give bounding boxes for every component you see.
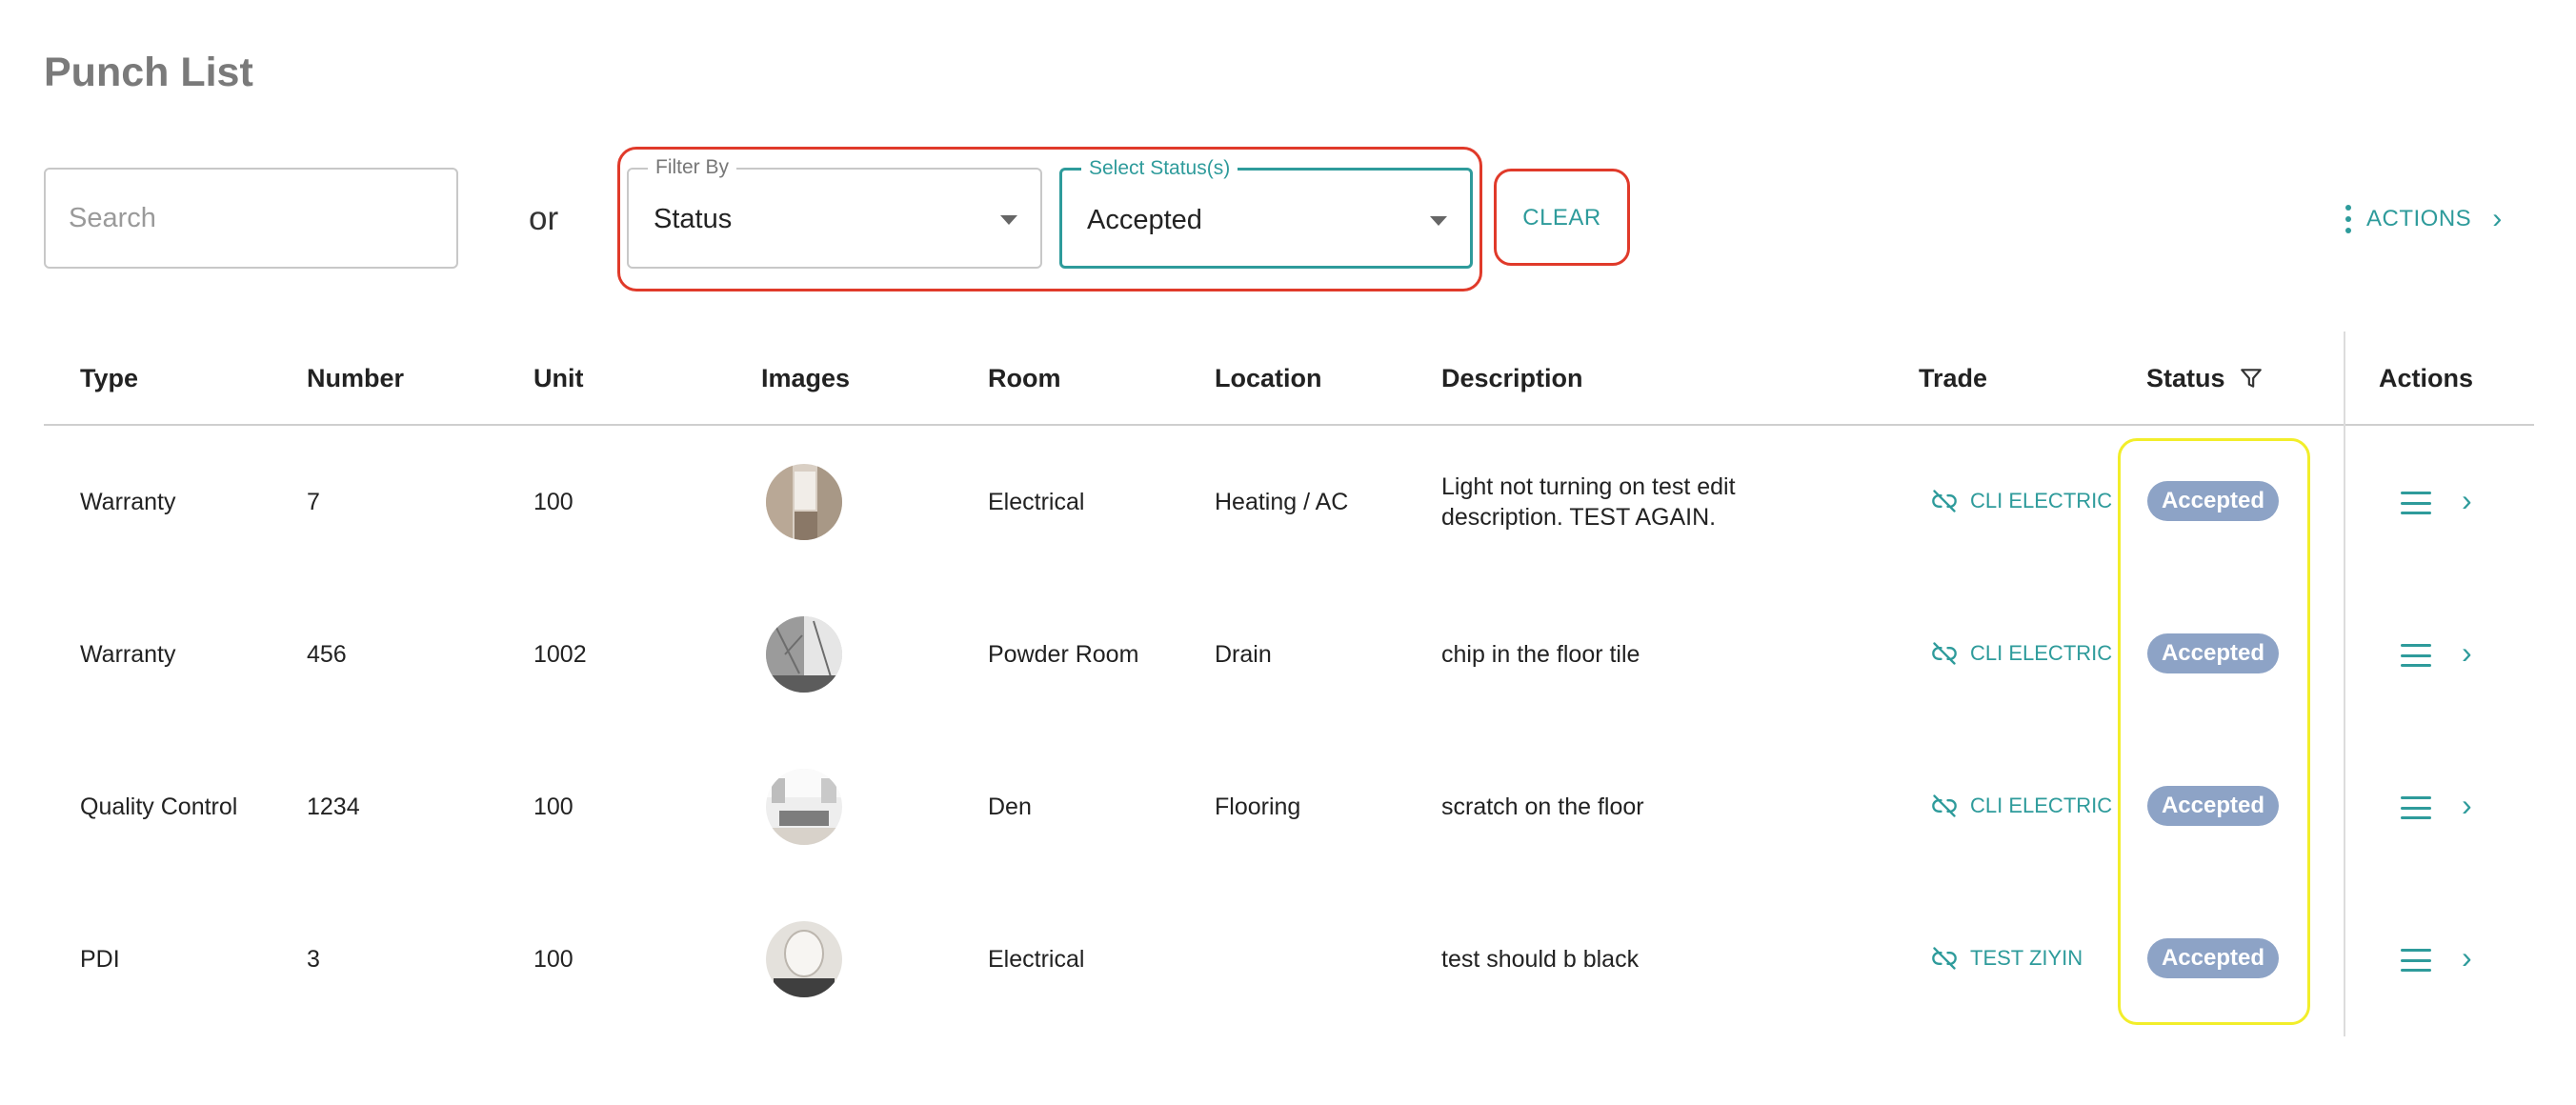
cell-unit: 1002 [533,641,587,668]
cell-type: PDI [80,946,120,973]
unlink-icon [1932,642,1957,665]
cell-room: Electrical [988,946,1085,973]
column-header-unit[interactable]: Unit [533,364,583,393]
or-label: or [529,200,559,237]
description-line: scratch on the floor [1441,794,1644,820]
page-title: Punch List [44,50,253,95]
status-highlight-box [2118,438,2310,1025]
filter-by-label: Filter By [648,156,737,179]
unlink-icon [1932,490,1957,512]
cell-room: Powder Room [988,641,1139,668]
cell-number: 3 [307,946,320,973]
cell-location: Drain [1215,641,1272,668]
trade-link[interactable]: CLI ELECTRIC [1930,793,2112,819]
header-divider [44,424,2534,426]
cell-description: test should b black [1441,944,1639,974]
trade-label: CLI ELECTRIC [1970,641,2113,665]
status-select-value: Accepted [1087,205,1202,235]
chevron-right-icon[interactable]: › [2462,635,2472,671]
trade-label: CLI ELECTRIC [1970,794,2113,817]
status-select[interactable]: Select Status(s) Accepted [1059,157,1473,269]
bathroom-photo-thumbnail[interactable] [766,464,842,540]
search-field[interactable] [44,168,458,269]
hamburger-menu-icon[interactable] [2401,492,2431,514]
unlink-icon [1932,794,1957,817]
actions-menu-button[interactable]: ACTIONS › [2345,200,2503,238]
marble-shower-photo-thumbnail[interactable] [766,616,842,693]
description-line: chip in the floor tile [1441,641,1640,668]
trade-link[interactable]: CLI ELECTRIC [1930,640,2112,667]
column-header-description[interactable]: Description [1441,364,1583,393]
actions-label: ACTIONS [2366,206,2472,231]
dropdown-arrow-icon [1000,215,1017,225]
hamburger-menu-icon[interactable] [2401,796,2431,819]
cell-unit: 100 [533,489,574,515]
cell-unit: 100 [533,946,574,973]
cell-type: Quality Control [80,794,238,820]
cell-description: scratch on the floor [1441,792,1644,822]
search-input[interactable] [46,170,456,267]
hamburger-menu-icon[interactable] [2401,644,2431,667]
cell-description: chip in the floor tile [1441,639,1640,670]
cell-number: 7 [307,489,320,515]
cell-location: Heating / AC [1215,489,1349,515]
cell-type: Warranty [80,489,176,515]
status-select-label: Select Status(s) [1081,157,1238,180]
cell-type: Warranty [80,641,176,668]
chevron-right-icon[interactable]: › [2462,940,2472,975]
hamburger-menu-icon[interactable] [2401,949,2431,972]
unlink-icon [1932,947,1957,970]
column-header-status[interactable]: Status [2146,364,2225,393]
trade-link[interactable]: CLI ELECTRIC [1930,488,2112,514]
filter-by-value: Status [654,204,733,234]
trade-label: TEST ZIYIN [1970,946,2083,970]
kebab-menu-icon [2345,205,2351,233]
column-header-actions: Actions [2379,364,2474,392]
cell-unit: 100 [533,794,574,820]
chevron-right-icon[interactable]: › [2462,788,2472,823]
cell-location: Flooring [1215,794,1301,820]
cell-description: Light not turning on test edit descripti… [1441,472,1736,532]
dropdown-arrow-icon [1430,216,1447,226]
description-line: Light not turning on test edit [1441,473,1736,500]
cell-room: Den [988,794,1032,820]
cell-room: Electrical [988,489,1085,515]
filter-icon[interactable] [2239,366,2264,391]
column-header-images: Images [761,364,851,392]
clear-button[interactable]: CLEAR [1507,191,1617,246]
cell-number: 1234 [307,794,360,820]
chevron-right-icon: › [2492,203,2503,234]
living-room-photo-thumbnail[interactable] [766,769,842,845]
trade-link[interactable]: TEST ZIYIN [1930,945,2083,972]
description-line: description. TEST AGAIN. [1441,504,1717,531]
chevron-right-icon[interactable]: › [2462,483,2472,518]
filter-by-select[interactable]: Filter By Status [627,156,1042,269]
column-header-number[interactable]: Number [307,364,404,393]
column-header-location[interactable]: Location [1215,364,1322,393]
vanity-photo-thumbnail[interactable] [766,921,842,997]
cell-number: 456 [307,641,347,668]
column-header-type[interactable]: Type [80,364,138,393]
column-header-room[interactable]: Room [988,364,1061,393]
column-header-trade[interactable]: Trade [1919,364,1987,393]
trade-label: CLI ELECTRIC [1970,489,2113,512]
description-line: test should b black [1441,946,1640,973]
